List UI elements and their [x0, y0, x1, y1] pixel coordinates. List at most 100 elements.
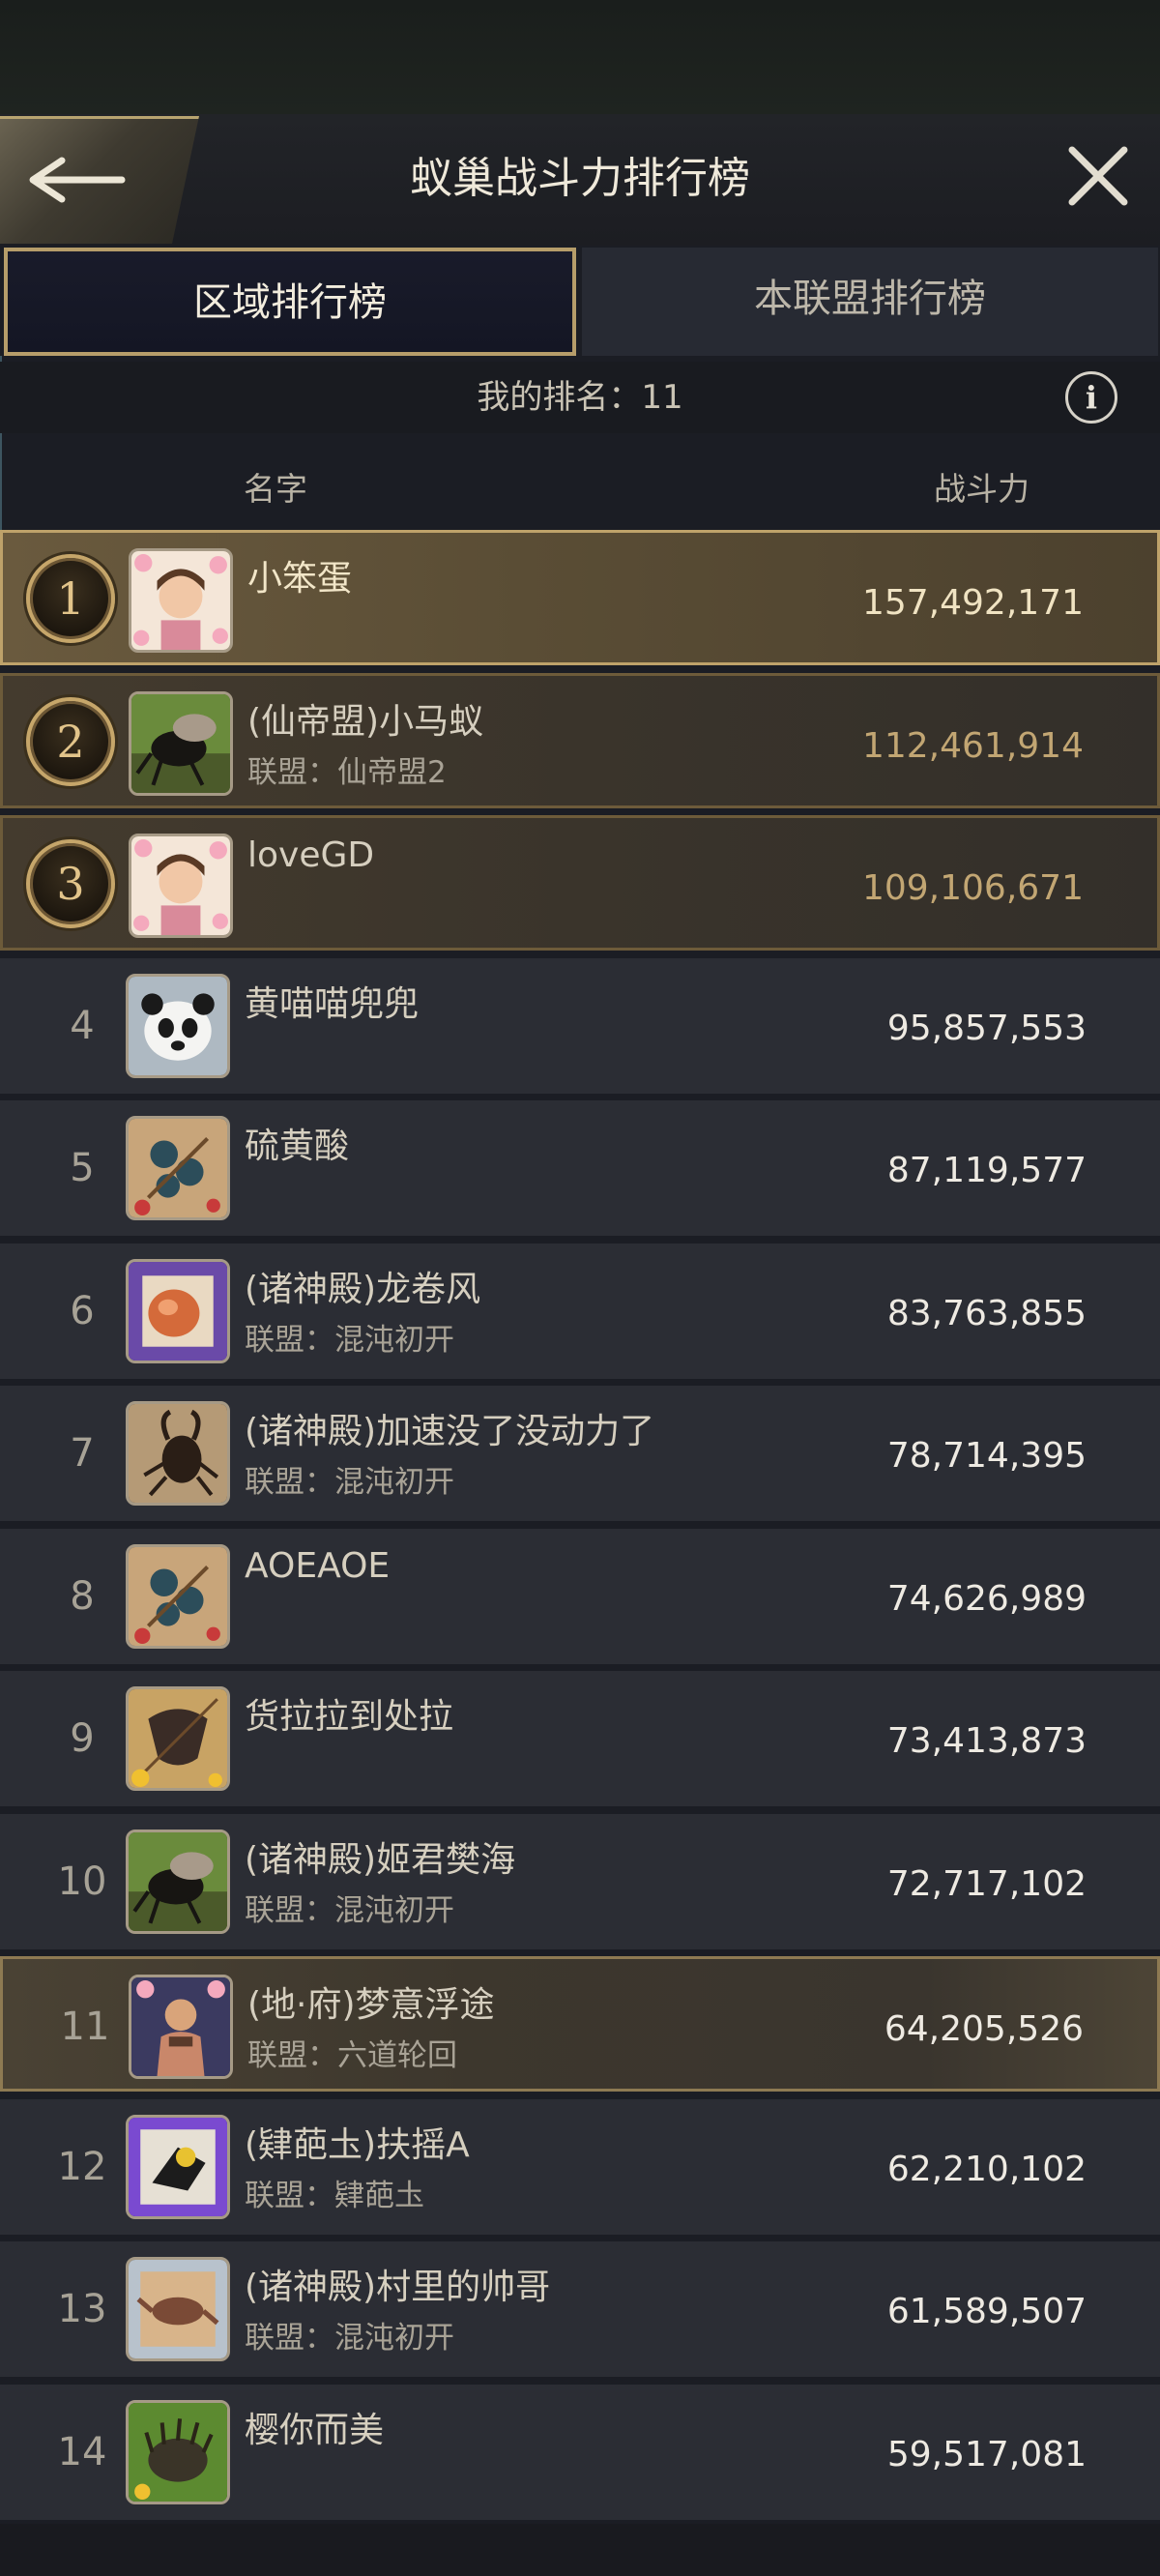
back-button[interactable]	[0, 116, 199, 244]
alliance-prefix: 联盟：	[245, 2321, 334, 2356]
player-avatar[interactable]	[126, 1401, 230, 1506]
player-power: 59,517,081	[886, 2435, 1087, 2474]
alliance-name: 混沌初开	[334, 1465, 454, 1500]
my-rank-label: 我的排名：	[477, 378, 642, 417]
close-button[interactable]	[1059, 137, 1137, 215]
player-power: 62,210,102	[886, 2150, 1087, 2189]
rank-number: 13	[57, 2287, 107, 2331]
rank-number: 11	[60, 2005, 110, 2049]
alliance-prefix: 联盟：	[247, 755, 337, 790]
player-avatar[interactable]	[126, 1259, 230, 1363]
player-avatar[interactable]	[126, 2257, 230, 2361]
ranking-row[interactable]: 5 硫黄酸 87,119,577	[0, 1100, 1160, 1236]
rank-number: 10	[57, 1859, 107, 1904]
rank-number: 1	[56, 572, 85, 625]
player-alliance: 联盟：肄葩圡	[245, 2171, 424, 2214]
warrior-avatar-icon	[131, 1977, 230, 2076]
alliance-prefix: 联盟：	[245, 1465, 334, 1500]
ranking-row[interactable]: 9 货拉拉到处拉 73,413,873	[0, 1671, 1160, 1806]
player-alliance: 联盟：仙帝盟2	[247, 747, 447, 791]
player-name: 货拉拉到处拉	[245, 1697, 454, 1737]
status-strip	[0, 0, 1160, 114]
alliance-name: 仙帝盟2	[337, 755, 447, 790]
ranking-row[interactable]: 13 (诸神殿)村里的帅哥 联盟：混沌初开 61,589,507	[0, 2241, 1160, 2377]
my-rank-value: 11	[641, 378, 683, 417]
hedgehog-avatar-icon	[129, 2403, 227, 2502]
ranking-row[interactable]: 14 樱你而美 59,517,081	[0, 2385, 1160, 2520]
player-name: (肄葩圡)扶摇A	[245, 2125, 470, 2165]
player-avatar[interactable]	[126, 1830, 230, 1934]
player-name: 硫黄酸	[245, 1127, 350, 1166]
alliance-name: 六道轮回	[337, 2038, 457, 2073]
player-power: 61,589,507	[886, 2292, 1087, 2331]
player-power: 78,714,395	[886, 1436, 1087, 1476]
alliance-name: 肄葩圡	[334, 2179, 424, 2213]
rank-number: 4	[70, 1004, 95, 1048]
arrow-left-icon	[29, 157, 126, 203]
column-header-power: 战斗力	[934, 470, 1030, 508]
player-avatar[interactable]	[129, 834, 233, 938]
player-name: loveGD	[247, 835, 375, 875]
player-power: 112,461,914	[861, 726, 1084, 766]
player-name: (诸神殿)姬君樊海	[245, 1840, 516, 1880]
portrait-flowers-avatar-icon	[131, 551, 230, 650]
rank-number: 5	[70, 1146, 95, 1190]
alliance-name: 混沌初开	[334, 2321, 454, 2356]
ranking-row[interactable]: 1 小笨蛋 157,492,171	[0, 530, 1160, 665]
rank-medal: 2	[26, 697, 115, 786]
my-rank-text: 我的排名：11	[0, 362, 1160, 433]
ranking-row[interactable]: 3 loveGD 109,106,671	[0, 815, 1160, 951]
ranking-row[interactable]: 8 AOEAOE 74,626,989	[0, 1529, 1160, 1664]
rank-number: 9	[70, 1716, 95, 1761]
player-power: 72,717,102	[886, 1864, 1087, 1904]
player-alliance: 联盟：混沌初开	[245, 1457, 454, 1501]
lizard-avatar-icon	[129, 2260, 227, 2358]
player-avatar[interactable]	[126, 974, 230, 1078]
insects-avatar-icon	[129, 1119, 227, 1217]
ranking-row[interactable]: 2 (仙帝盟)小马蚁 联盟：仙帝盟2 112,461,914	[0, 673, 1160, 808]
player-name: (诸神殿)加速没了没动力了	[245, 1412, 655, 1451]
player-alliance: 联盟：混沌初开	[245, 1315, 454, 1359]
tab-region-ranking[interactable]: 区域排行榜	[4, 248, 576, 356]
player-avatar[interactable]	[126, 1116, 230, 1220]
rank-medal: 3	[26, 839, 115, 928]
alliance-name: 混沌初开	[334, 1893, 454, 1928]
player-power: 109,106,671	[861, 868, 1084, 908]
my-rank-bar: 我的排名：11 i	[0, 362, 1160, 433]
player-name: (诸神殿)龙卷风	[245, 1270, 481, 1309]
rank-number: 12	[57, 2145, 107, 2189]
rank-number: 14	[57, 2430, 107, 2474]
tab-alliance-ranking[interactable]: 本联盟排行榜	[582, 248, 1158, 356]
insects-avatar-icon	[129, 1547, 227, 1646]
player-alliance: 联盟：六道轮回	[247, 2031, 457, 2074]
ranking-row[interactable]: 12 (肄葩圡)扶摇A 联盟：肄葩圡 62,210,102	[0, 2099, 1160, 2235]
player-power: 64,205,526	[884, 2009, 1084, 2049]
list-bottom	[0, 2524, 1160, 2576]
player-name: 樱你而美	[245, 2411, 385, 2450]
ranking-row[interactable]: 11 (地·府)梦意浮途 联盟：六道轮回 64,205,526	[0, 1956, 1160, 2092]
player-avatar[interactable]	[126, 2115, 230, 2219]
player-name: (仙帝盟)小马蚁	[247, 702, 484, 742]
ranking-row[interactable]: 4 黄喵喵兜兜 95,857,553	[0, 958, 1160, 1094]
player-avatar[interactable]	[126, 2400, 230, 2504]
ranking-row[interactable]: 6 (诸神殿)龙卷风 联盟：混沌初开 83,763,855	[0, 1244, 1160, 1379]
info-button[interactable]: i	[1065, 371, 1117, 424]
rank-medal: 1	[26, 554, 115, 643]
rank-number: 2	[56, 716, 85, 768]
player-avatar[interactable]	[126, 1686, 230, 1791]
player-power: 157,492,171	[861, 583, 1084, 623]
stag-beetle-avatar-icon	[129, 1404, 227, 1503]
ranking-row[interactable]: 7 (诸神殿)加速没了没动力了 联盟：混沌初开 78,714,395	[0, 1386, 1160, 1521]
alliance-name: 混沌初开	[334, 1323, 454, 1358]
player-power: 83,763,855	[886, 1294, 1087, 1333]
player-power: 95,857,553	[886, 1009, 1087, 1048]
page-title: 蚁巢战斗力排行榜	[410, 154, 750, 203]
larva-avatar-icon	[129, 1262, 227, 1361]
alliance-prefix: 联盟：	[245, 1323, 334, 1358]
beetle-avatar-icon	[131, 694, 230, 793]
ranking-row[interactable]: 10 (诸神殿)姬君樊海 联盟：混沌初开 72,717,102	[0, 1814, 1160, 1949]
player-avatar[interactable]	[129, 691, 233, 796]
player-avatar[interactable]	[129, 548, 233, 653]
player-avatar[interactable]	[126, 1544, 230, 1649]
player-avatar[interactable]	[129, 1975, 233, 2079]
